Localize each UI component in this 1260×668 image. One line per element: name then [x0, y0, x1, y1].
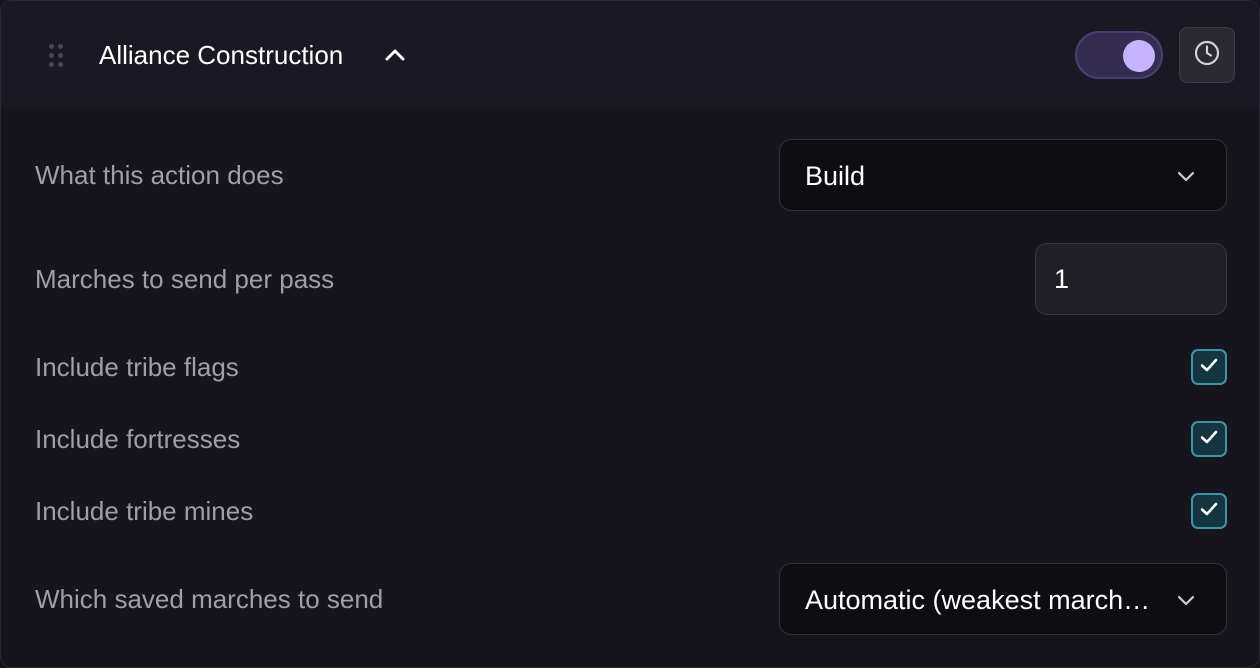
enable-toggle[interactable] — [1075, 31, 1163, 79]
action-select[interactable]: Build — [779, 139, 1227, 211]
check-icon — [1198, 498, 1220, 525]
drag-handle-icon[interactable] — [49, 44, 65, 68]
include-tribe-flags-label: Include tribe flags — [35, 352, 239, 382]
card-header: Alliance Construction — [1, 1, 1259, 109]
chevron-down-icon — [1174, 588, 1198, 612]
history-button[interactable] — [1179, 27, 1235, 83]
marches-per-pass-label: Marches to send per pass — [35, 264, 335, 294]
saved-marches-select[interactable]: Automatic (weakest marches first) — [779, 563, 1227, 635]
include-tribe-mines-label: Include tribe mines — [35, 496, 254, 526]
include-fortresses-label: Include fortresses — [35, 424, 241, 454]
action-label: What this action does — [35, 160, 284, 190]
check-icon — [1198, 426, 1220, 453]
include-tribe-mines-checkbox[interactable] — [1191, 493, 1227, 529]
saved-marches-select-value: Automatic (weakest marches first) — [805, 585, 1155, 615]
chevron-up-icon[interactable] — [381, 41, 409, 69]
action-select-value: Build — [805, 161, 866, 191]
toggle-knob — [1123, 40, 1155, 72]
include-fortresses-checkbox[interactable] — [1191, 421, 1227, 457]
saved-marches-label: Which saved marches to send — [35, 584, 384, 614]
include-tribe-flags-checkbox[interactable] — [1191, 349, 1227, 385]
card-title: Alliance Construction — [99, 40, 344, 70]
marches-per-pass-input[interactable] — [1035, 243, 1227, 315]
alliance-construction-card: Alliance Construction What this action d… — [0, 0, 1260, 668]
check-icon — [1198, 354, 1220, 381]
clock-icon — [1193, 39, 1221, 72]
chevron-down-icon — [1174, 164, 1198, 188]
